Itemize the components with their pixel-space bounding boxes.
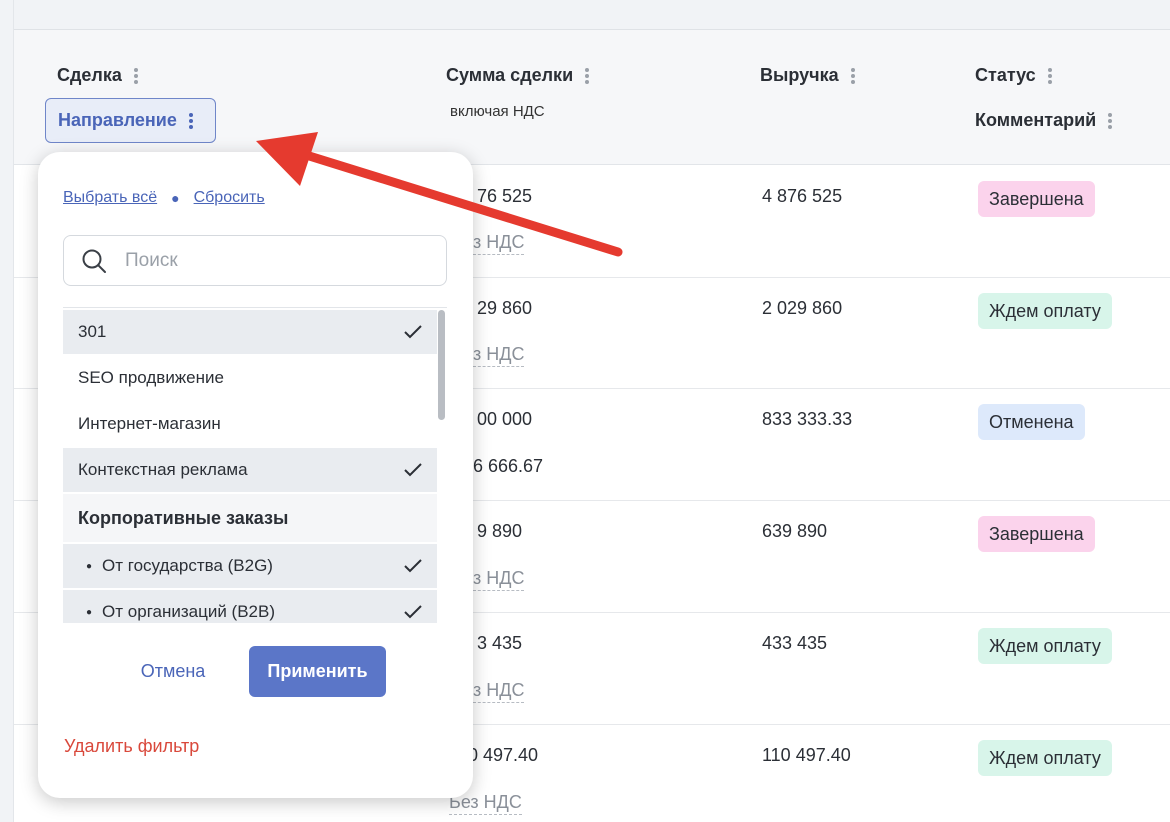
filter-options-list[interactable]: 301 SEO продвижение Интернет-магазин Кон… [63,307,447,623]
direction-filter-popover: Выбрать всё ● Сбросить 301 SEO продвижен… [38,152,473,798]
checkmark-icon [404,605,422,619]
filter-search-field[interactable] [63,235,447,286]
left-sidebar-strip [0,0,14,822]
status-badge: Ждем оплату [978,293,1112,329]
amount-vat-note[interactable]: з НДС [473,568,525,591]
status-badge: Ждем оплату [978,740,1112,776]
option-label: От государства (B2G) [102,556,273,575]
revenue-cell: 4 876 525 [762,186,843,206]
column-comment-label: Комментарий [975,110,1097,130]
amount-cell: 00 000 [477,409,533,429]
checkmark-icon [404,463,422,477]
bullet-icon: ● [86,560,93,572]
option-label: Интернет-магазин [78,414,221,433]
filter-option[interactable]: SEO продвижение [63,356,437,400]
revenue-cell: 833 333.33 [762,409,853,429]
column-menu-icon[interactable] [1108,112,1113,129]
filter-quick-actions: Выбрать всё ● Сбросить [63,189,265,207]
column-menu-icon[interactable] [585,67,590,84]
column-direction-filter-chip[interactable]: Направление [45,98,216,143]
amount-cell: 29 860 [477,298,533,318]
search-icon [82,249,106,273]
column-menu-icon[interactable] [188,112,193,129]
revenue-cell: 110 497.40 [762,745,851,765]
amount-vat-note[interactable]: з НДС [473,232,525,255]
filter-option-group[interactable]: Корпоративные заказы [63,494,437,542]
list-scrollbar[interactable] [438,310,445,420]
amount-vat-note[interactable]: з НДС [473,344,525,367]
revenue-cell: 639 890 [762,521,828,541]
cancel-button[interactable]: Отмена [133,649,213,693]
option-label: 301 [78,322,107,341]
checkmark-icon [404,559,422,573]
revenue-cell: 433 435 [762,633,828,653]
column-direction-label: Направление [58,110,177,130]
amount-secondary: 6 666.67 [473,456,544,476]
revenue-cell: 2 029 860 [762,298,843,318]
amount-cell: 76 525 [477,186,533,206]
filter-option[interactable]: 301 [63,310,437,354]
column-revenue[interactable]: Выручка [760,65,855,86]
reset-link[interactable]: Сбросить [194,189,265,207]
column-menu-icon[interactable] [850,67,855,84]
filter-option[interactable]: Интернет-магазин [63,402,437,446]
checkmark-icon [404,325,422,339]
status-badge: Завершена [978,516,1095,552]
apply-button[interactable]: Применить [249,646,386,697]
top-bar [14,0,1170,30]
option-label: Контекстная реклама [78,460,248,479]
column-deal[interactable]: Сделка [57,65,138,86]
filter-suboption[interactable]: ● От организаций (B2B) [63,590,437,623]
option-label: SEO продвижение [78,368,224,387]
filter-option[interactable]: Контекстная реклама [63,448,437,492]
amount-cell: 3 435 [477,633,523,653]
column-amount[interactable]: Сумма сделки [446,65,590,86]
column-menu-icon[interactable] [1047,67,1052,84]
column-amount-label: Сумма сделки [446,65,574,85]
group-label: Корпоративные заказы [78,507,289,528]
status-badge: Ждем оплату [978,628,1112,664]
bullet-icon: ● [86,606,93,618]
column-amount-sublabel: включая НДС [450,103,545,120]
column-deal-label: Сделка [57,65,122,85]
amount-vat-note[interactable]: з НДС [473,680,525,703]
search-input[interactable] [125,249,415,272]
amount-cell: 0 497.40 [468,745,539,765]
separator-dot: ● [171,190,180,206]
column-revenue-label: Выручка [760,65,839,85]
option-label: От организаций (B2B) [102,602,276,621]
filter-suboption[interactable]: ● От государства (B2G) [63,544,437,588]
column-menu-icon[interactable] [133,67,138,84]
column-status[interactable]: Статус [975,65,1052,86]
column-comment[interactable]: Комментарий [975,110,1113,131]
status-badge: Завершена [978,181,1095,217]
remove-filter-button[interactable]: Удалить фильтр [64,736,199,757]
status-badge: Отменена [978,404,1085,440]
column-status-label: Статус [975,65,1036,85]
select-all-link[interactable]: Выбрать всё [63,189,157,207]
amount-cell: 9 890 [477,521,523,541]
